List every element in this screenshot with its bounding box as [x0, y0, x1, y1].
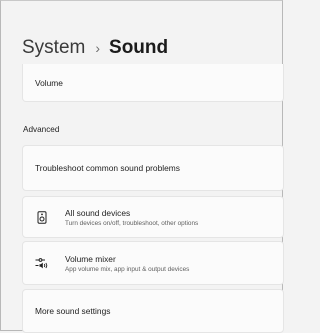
troubleshoot-label: Troubleshoot common sound problems: [35, 163, 180, 173]
volume-card[interactable]: Volume: [22, 64, 284, 102]
advanced-heading: Advanced: [23, 125, 60, 134]
volume-mixer-icon: [35, 256, 49, 270]
breadcrumb-system[interactable]: System: [22, 37, 85, 59]
breadcrumb-current: Sound: [109, 37, 169, 58]
breadcrumb-separator-icon: ›: [95, 40, 101, 56]
all-sound-devices-description: Turn devices on/off, troubleshoot, other…: [65, 219, 199, 227]
speaker-device-icon: [35, 210, 49, 224]
all-sound-devices-label: All sound devices: [65, 207, 131, 218]
page-title: System › Sound: [22, 36, 168, 60]
volume-mixer-label: Volume mixer: [65, 253, 116, 264]
volume-mixer-description: App volume mix, app input & output devic…: [65, 265, 190, 273]
volume-mixer-item[interactable]: Volume mixer App volume mix, app input &…: [22, 241, 284, 285]
volume-label: Volume: [35, 77, 63, 88]
all-sound-devices-item[interactable]: All sound devices Turn devices on/off, t…: [22, 196, 284, 238]
more-sound-settings-link[interactable]: More sound settings: [22, 289, 284, 333]
more-sound-settings-label: More sound settings: [35, 306, 111, 316]
troubleshoot-button[interactable]: Troubleshoot common sound problems: [22, 145, 284, 191]
